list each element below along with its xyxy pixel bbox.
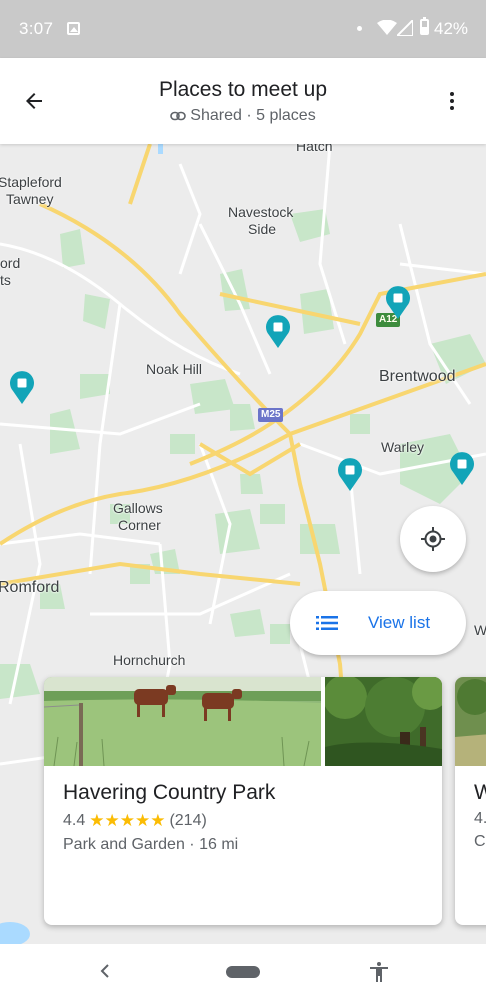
- place-name: Havering Country Park: [63, 781, 276, 804]
- nav-back-icon[interactable]: [95, 961, 115, 981]
- map-label-romford: Romford: [0, 579, 60, 596]
- place-photo-woodland[interactable]: [325, 677, 442, 766]
- saved-place-pin-icon[interactable]: [265, 315, 291, 349]
- map-label-hornchurch: Hornchurch: [113, 652, 186, 668]
- map-label-ts: ts: [0, 272, 11, 288]
- place-type-distance: Park and Garden · 16 mi: [63, 836, 239, 853]
- map-label-tawney: Tawney: [6, 191, 54, 207]
- place-info: Havering Country Park 4.4 ★★★★★ (214) Pa…: [63, 781, 432, 854]
- place-name-next: W: [474, 781, 486, 804]
- road-shield-m25: M25: [258, 408, 284, 422]
- map-label-brentwood: Brentwood: [379, 368, 456, 385]
- view-list-button[interactable]: View list: [290, 591, 466, 655]
- map-label-ord: ord: [0, 255, 21, 271]
- more-options-button[interactable]: [438, 87, 466, 115]
- nav-home-button[interactable]: [226, 966, 260, 978]
- link-icon: [170, 111, 187, 121]
- list-subtitle: Shared · 5 places: [170, 107, 316, 125]
- map-view[interactable]: Hatch Stapleford Tawney Navestock Side o…: [0, 144, 486, 944]
- map-label-gallows: Gallows: [113, 500, 163, 516]
- list-icon: [316, 616, 338, 630]
- saved-place-pin-icon[interactable]: [337, 458, 363, 492]
- rating-stars-icon: ★★★★★: [89, 811, 166, 830]
- status-time: 3:07: [19, 19, 54, 38]
- view-list-label: View list: [368, 613, 431, 632]
- more-dot-icon: [450, 106, 454, 110]
- place-type-next: Co: [474, 833, 486, 850]
- status-bar: 3:07 42%: [0, 0, 486, 58]
- map-label-stapleford: Stapleford: [0, 174, 62, 190]
- rating-value: 4.4: [63, 812, 86, 829]
- map-label-noak-hill: Noak Hill: [146, 361, 203, 377]
- signal-icon: [397, 20, 413, 36]
- map-label-navestock: Navestock: [228, 204, 294, 220]
- map-label-corner: Corner: [118, 517, 161, 533]
- battery-percent: 42%: [434, 19, 469, 38]
- review-count: (214): [169, 812, 207, 829]
- image-notification-icon: [67, 22, 80, 35]
- saved-place-pin-icon[interactable]: [385, 286, 411, 320]
- battery-icon: [420, 17, 429, 35]
- map-label-hatch: Hatch: [296, 144, 333, 154]
- place-card[interactable]: Havering Country Park 4.4 ★★★★★ (214) Pa…: [44, 677, 442, 925]
- more-dot-icon: [450, 92, 454, 96]
- rating-value-next: 4.: [474, 810, 486, 827]
- page-title: Places to meet up: [158, 78, 328, 101]
- notification-dot-icon: [357, 26, 362, 31]
- place-photo-cows[interactable]: [44, 677, 321, 766]
- app-bar: Places to meet up Shared · 5 places: [0, 58, 486, 144]
- saved-place-pin-icon[interactable]: [9, 371, 35, 405]
- title-block: Places to meet up Shared · 5 places: [0, 78, 486, 126]
- my-location-icon: [421, 527, 445, 551]
- system-nav-bar: [0, 944, 486, 1000]
- map-label-navestock-side: Side: [248, 221, 277, 237]
- map-label-warley: Warley: [381, 439, 425, 455]
- subtitle-text: Shared · 5 places: [190, 107, 316, 124]
- place-card-next[interactable]: W 4. Co: [455, 677, 486, 925]
- wifi-icon: [377, 20, 397, 35]
- place-photo-next: [455, 677, 486, 766]
- more-dot-icon: [450, 99, 454, 103]
- my-location-button[interactable]: [400, 506, 466, 572]
- saved-place-pin-icon[interactable]: [449, 452, 475, 486]
- accessibility-icon[interactable]: [367, 960, 391, 984]
- rating-row: 4.4 ★★★★★ (214): [63, 811, 432, 831]
- map-label-w: W: [474, 622, 486, 638]
